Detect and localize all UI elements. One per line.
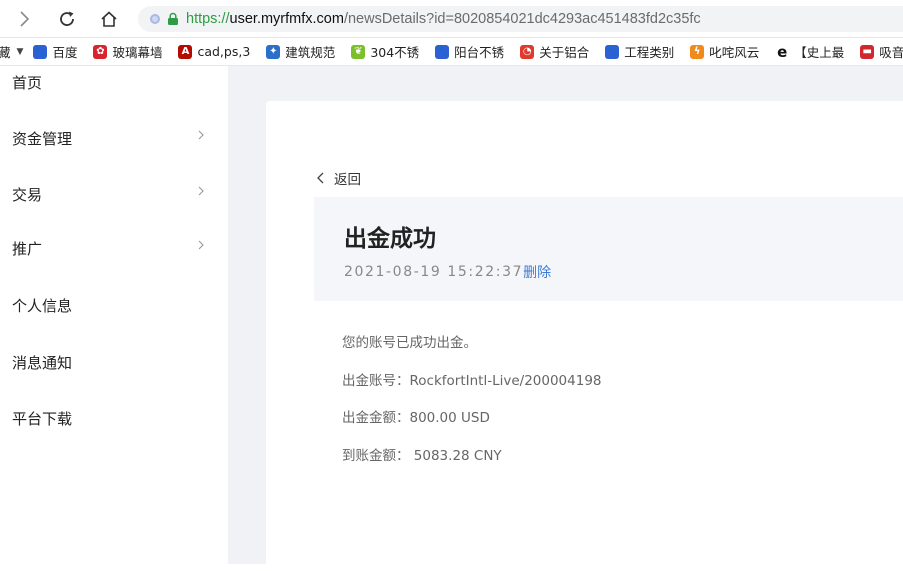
browser-toolbar: https://user.myrfmfx.com/newsDetails?id=…: [0, 0, 903, 38]
bookmark-item[interactable]: 🐾 工程类别: [605, 42, 674, 61]
bookmark-item[interactable]: ϟ 叱咤风云: [690, 42, 759, 61]
bookmark-item[interactable]: ◔ 关于铝合: [520, 42, 589, 61]
bookmark-label: 304不锈: [370, 45, 420, 60]
bookmark-item[interactable]: 🐾 阳台不锈: [435, 42, 504, 61]
sidebar-item[interactable]: 交易: [0, 174, 228, 214]
home-icon: [101, 11, 117, 27]
bookmark-item[interactable]: ✦ 建筑规范: [266, 42, 335, 61]
main-content: 返回 出金成功 2021-08-19 15:22:37 删除 您的账号已成功出金。…: [228, 66, 903, 571]
message-header: 出金成功 2021-08-19 15:22:37 删除: [314, 197, 903, 301]
flame-icon: ϟ: [690, 44, 705, 59]
url-path: /newsDetails?id=8020854021dc4293ac451483…: [343, 11, 701, 27]
bookmark-folder[interactable]: 藏: [0, 42, 11, 61]
bookmark-item[interactable]: e 【史上最: [775, 42, 844, 61]
bookmark-label: 关于铝合: [539, 45, 590, 60]
paw-icon: 🐾: [435, 44, 450, 59]
leaf-icon: ❦: [351, 44, 366, 59]
bookmark-item[interactable]: ✿ 玻璃幕墙: [93, 42, 162, 61]
message-meta: 2021-08-19 15:22:37 删除: [344, 262, 551, 282]
url-text[interactable]: https://user.myrfmfx.com/newsDetails?id=…: [186, 11, 701, 27]
forward-button[interactable]: [14, 9, 34, 29]
message-line: 到账金额： 5083.28 CNY: [342, 448, 502, 464]
bookmark-label: 【史上最: [794, 45, 845, 60]
site-info-icon[interactable]: [150, 14, 160, 24]
sidebar: 首页资金管理交易推广个人信息消息通知平台下载: [0, 66, 228, 564]
bookmark-label: 阳台不锈: [454, 45, 505, 60]
sidebar-item[interactable]: 个人信息: [0, 285, 228, 325]
bookmark-label: 吸音系列: [879, 45, 903, 60]
sidebar-item[interactable]: 推广: [0, 228, 228, 268]
home-button[interactable]: [99, 9, 119, 29]
bookmark-item[interactable]: 🐾 百度: [33, 42, 77, 61]
bookmark-label: 玻璃幕墙: [112, 45, 163, 60]
bookmark-item[interactable]: ▬ 吸音系列: [860, 42, 903, 61]
bookmark-item[interactable]: Acad,ps,3: [178, 44, 250, 59]
delete-link[interactable]: 删除: [523, 262, 551, 282]
bookmark-label: 叱咤风云: [709, 45, 760, 60]
bookmark-label: 百度: [52, 45, 78, 60]
lock-icon: [168, 12, 178, 25]
url-scheme: https://: [186, 11, 230, 27]
letter-e-icon: e: [777, 42, 788, 61]
sidebar-item-label: 首页: [12, 73, 43, 92]
bookmark-label: cad,ps,3: [197, 44, 251, 59]
reload-icon: [60, 11, 74, 26]
brand-icon: ▬: [860, 44, 875, 59]
message-line: 您的账号已成功出金。: [342, 335, 477, 351]
sidebar-item-label: 推广: [12, 239, 43, 258]
chevron-left-icon: [317, 172, 324, 184]
paw-icon: 🐾: [605, 44, 620, 59]
sidebar-item[interactable]: 消息通知: [0, 342, 228, 382]
chevron-right-icon: [20, 11, 30, 27]
sidebar-item[interactable]: 首页: [0, 62, 228, 102]
chevron-right-icon: [198, 130, 204, 140]
caret-down-icon[interactable]: ▼: [17, 47, 24, 57]
sidebar-item-label: 消息通知: [12, 353, 73, 372]
detail-card: 返回 出金成功 2021-08-19 15:22:37 删除 您的账号已成功出金。…: [266, 101, 903, 571]
url-host: user.myrfmfx.com: [229, 11, 344, 27]
compass-icon: ✦: [266, 44, 281, 59]
sidebar-item[interactable]: 平台下载: [0, 398, 228, 438]
sidebar-item-label: 交易: [12, 185, 43, 204]
message-title: 出金成功: [344, 226, 436, 252]
bookmark-label: 建筑规范: [285, 45, 336, 60]
bookmark-item[interactable]: ❦ 304不锈: [351, 42, 419, 61]
back-button[interactable]: 返回: [316, 168, 361, 188]
swirl-icon: ◔: [520, 44, 535, 59]
sidebar-item-label: 资金管理: [12, 129, 73, 148]
message-time: 2021-08-19 15:22:37: [344, 264, 524, 280]
back-label: 返回: [334, 172, 361, 188]
flower-icon: ✿: [93, 44, 108, 59]
message-line: 出金账号：RockfortIntl-Live/200004198: [342, 373, 602, 389]
letter-a-icon: A: [178, 44, 193, 59]
paw-icon: 🐾: [33, 44, 48, 59]
sidebar-item-label: 个人信息: [12, 296, 73, 315]
sidebar-item[interactable]: 资金管理: [0, 118, 228, 158]
chevron-right-icon: [198, 186, 204, 196]
reload-button[interactable]: [57, 9, 77, 29]
chevron-right-icon: [198, 240, 204, 250]
message-line: 出金金额：800.00 USD: [342, 410, 490, 426]
bookmark-label: 工程类别: [624, 45, 675, 60]
address-bar[interactable]: https://user.myrfmfx.com/newsDetails?id=…: [138, 6, 903, 32]
sidebar-item-label: 平台下载: [12, 409, 73, 428]
